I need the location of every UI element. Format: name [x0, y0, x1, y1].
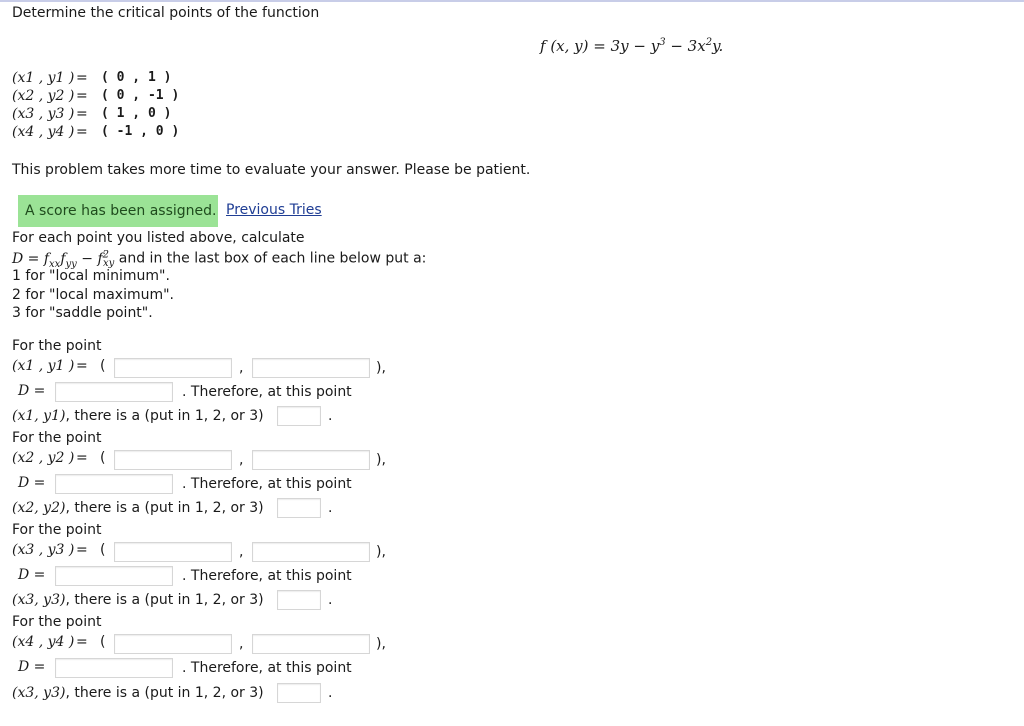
period: . — [328, 500, 333, 516]
point-tuple-label: (x1 , y1 ) — [12, 358, 75, 374]
therefore-text: . Therefore, at this point — [182, 476, 352, 492]
equals-sign: = — [76, 88, 88, 104]
open-paren: ( — [100, 358, 106, 374]
open-paren: ( — [100, 542, 106, 558]
point-label: (x4 , y4 ) — [12, 124, 75, 140]
equals-sign: = — [76, 450, 88, 466]
d-label: D = — [18, 475, 46, 491]
point-value: ( 0 , -1 ) — [101, 88, 180, 103]
for-the-point-label: For the point — [12, 430, 102, 446]
point-tuple-label: (x2 , y2 ) — [12, 450, 75, 466]
period: . — [328, 408, 333, 424]
for-the-point-label: For the point — [12, 522, 102, 538]
equals-sign: = — [76, 106, 88, 122]
d-label: D = — [18, 659, 46, 675]
classification-input[interactable] — [277, 406, 321, 426]
top-border — [0, 0, 1024, 2]
therefore-text: . Therefore, at this point — [182, 384, 352, 400]
for-the-point-label: For the point — [12, 614, 102, 630]
close-paren: ), — [376, 452, 386, 468]
d-label: D = — [18, 383, 46, 399]
y-coordinate-input[interactable] — [252, 634, 370, 654]
x-coordinate-input[interactable] — [114, 358, 232, 378]
close-paren: ), — [376, 360, 386, 376]
d-value-input[interactable] — [55, 382, 173, 402]
classification-input[interactable] — [277, 590, 321, 610]
x-coordinate-input[interactable] — [114, 634, 232, 654]
point-tuple-label: (x3 , y3 ) — [12, 542, 75, 558]
classification-input[interactable] — [277, 498, 321, 518]
comma: , — [239, 636, 244, 652]
period: . — [328, 685, 333, 701]
point-label: (x3 , y3 ) — [12, 106, 75, 122]
classification-question: (x2, y2), there is a (put in 1, 2, or 3) — [12, 500, 264, 516]
for-the-point-label: For the point — [12, 338, 102, 354]
point-value: ( 0 , 1 ) — [101, 70, 172, 85]
therefore-text: . Therefore, at this point — [182, 568, 352, 584]
d-value-input[interactable] — [55, 658, 173, 678]
period: . — [328, 592, 333, 608]
point-label: (x1 , y1 ) — [12, 70, 75, 86]
previous-tries-link[interactable]: Previous Tries — [226, 202, 322, 218]
d-label: D = — [18, 567, 46, 583]
comma: , — [239, 360, 244, 376]
discriminant-formula-line: D = fxxfyy − f2xy and in the last box of… — [12, 249, 427, 270]
close-paren: ), — [376, 636, 386, 652]
comma: , — [239, 452, 244, 468]
x-coordinate-input[interactable] — [114, 542, 232, 562]
function-formula: f (x, y) = 3y − y3 − 3x2y. — [540, 37, 724, 55]
y-coordinate-input[interactable] — [252, 450, 370, 470]
close-paren: ), — [376, 544, 386, 560]
instructions-line: For each point you listed above, calcula… — [12, 230, 305, 246]
d-value-input[interactable] — [55, 474, 173, 494]
discriminant-formula: D = fxxfyy − f2xy — [12, 249, 115, 270]
x-coordinate-input[interactable] — [114, 450, 232, 470]
classification-question: (x1, y1), there is a (put in 1, 2, or 3) — [12, 408, 264, 424]
classification-question: (x3, y3), there is a (put in 1, 2, or 3) — [12, 685, 264, 701]
open-paren: ( — [100, 450, 106, 466]
option-local-max: 2 for "local maximum". — [12, 287, 174, 303]
equals-sign: = — [76, 542, 88, 558]
point-label: (x2 , y2 ) — [12, 88, 75, 104]
equals-sign: = — [76, 634, 88, 650]
option-local-min: 1 for "local minimum". — [12, 268, 170, 284]
option-saddle: 3 for "saddle point". — [12, 305, 153, 321]
open-paren: ( — [100, 634, 106, 650]
problem-title: Determine the critical points of the fun… — [12, 5, 320, 21]
point-value: ( -1 , 0 ) — [101, 124, 180, 139]
equals-sign: = — [76, 70, 88, 86]
y-coordinate-input[interactable] — [252, 542, 370, 562]
classification-input[interactable] — [277, 683, 321, 703]
equals-sign: = — [76, 124, 88, 140]
therefore-text: . Therefore, at this point — [182, 660, 352, 676]
y-coordinate-input[interactable] — [252, 358, 370, 378]
point-value: ( 1 , 0 ) — [101, 106, 172, 121]
patience-notice: This problem takes more time to evaluate… — [12, 162, 531, 178]
d-value-input[interactable] — [55, 566, 173, 586]
comma: , — [239, 544, 244, 560]
equals-sign: = — [76, 358, 88, 374]
score-status-badge: A score has been assigned. — [18, 195, 218, 227]
point-tuple-label: (x4 , y4 ) — [12, 634, 75, 650]
classification-question: (x3, y3), there is a (put in 1, 2, or 3) — [12, 592, 264, 608]
